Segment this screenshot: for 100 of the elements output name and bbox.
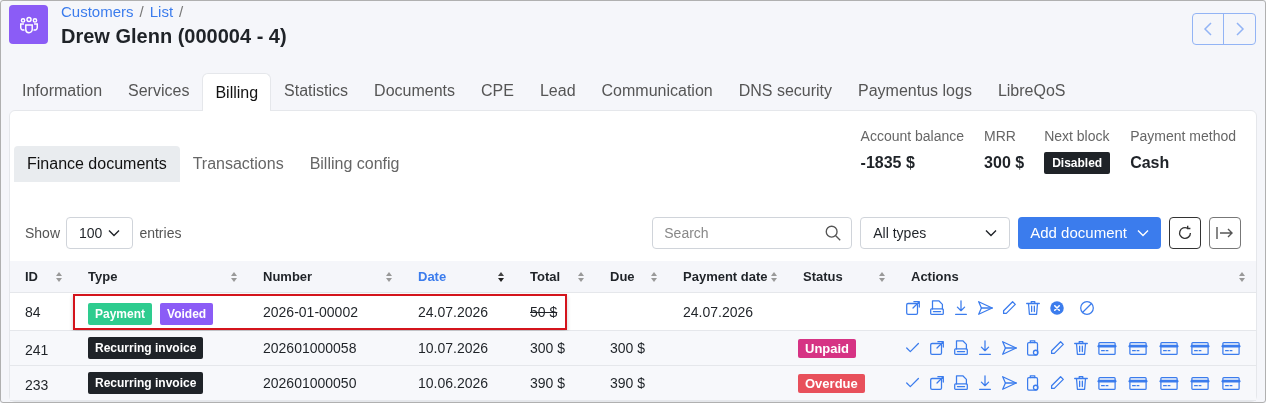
column-header[interactable]: Total — [530, 266, 561, 287]
chevron-right-icon — [1234, 21, 1245, 37]
trash-icon[interactable] — [1072, 374, 1090, 392]
trash-icon[interactable] — [1072, 339, 1090, 357]
credit-card-icon[interactable] — [1158, 374, 1180, 392]
tab[interactable]: Services — [115, 72, 203, 110]
column-header[interactable]: Actions — [911, 266, 959, 287]
tab[interactable]: Paymentus logs — [845, 72, 985, 110]
type-badge: Recurring invoice — [88, 372, 204, 394]
column-header[interactable]: Type — [88, 266, 118, 287]
type-badge: Recurring invoice — [88, 337, 204, 359]
column-header[interactable]: Payment date — [683, 266, 768, 287]
column-header[interactable]: Date — [418, 266, 447, 287]
id-cell: 84 — [25, 304, 41, 320]
status-badge: Unpaid — [798, 339, 857, 358]
total-cell: 390 $ — [530, 375, 566, 391]
pdf-file-icon[interactable] — [928, 299, 946, 317]
pencil-icon[interactable] — [1048, 374, 1066, 392]
tab[interactable]: DNS security — [725, 72, 846, 110]
block-icon[interactable] — [1078, 299, 1096, 317]
total-cell: 300 $ — [530, 340, 566, 356]
trash-icon[interactable] — [1024, 299, 1042, 317]
pencil-icon[interactable] — [1048, 339, 1066, 357]
due-cell: 300 $ — [610, 340, 646, 356]
credit-card-icon[interactable] — [1220, 339, 1242, 357]
tab[interactable]: Information — [9, 72, 116, 110]
clipboard-link-icon[interactable] — [1024, 339, 1042, 357]
date-cell: 24.07.2026 — [418, 304, 489, 320]
tab[interactable]: Communication — [588, 72, 726, 110]
number-cell: 2026-01-00002 — [263, 304, 358, 320]
send-icon[interactable] — [1000, 374, 1018, 392]
show-label: Show — [25, 223, 61, 243]
id-cell: 241 — [25, 342, 49, 358]
id-cell: 233 — [25, 377, 49, 393]
pdf-file-icon[interactable] — [952, 374, 970, 392]
credit-card-icon[interactable] — [1096, 339, 1118, 357]
credit-card-icon[interactable] — [1220, 374, 1242, 392]
number-cell: 202601000050 — [263, 375, 357, 391]
page-size-select[interactable]: 100 — [66, 217, 134, 249]
external-link-icon[interactable] — [928, 339, 946, 357]
summary-label: MRR — [984, 127, 1017, 146]
chevron-down-icon — [108, 229, 121, 237]
tab[interactable]: Statistics — [271, 72, 362, 110]
cancel-circle-icon[interactable] — [1048, 299, 1066, 317]
sub-tab[interactable]: Billing config — [296, 146, 413, 182]
pdf-file-icon[interactable] — [952, 339, 970, 357]
entries-label: entries — [139, 223, 182, 243]
pencil-icon[interactable] — [1000, 299, 1018, 317]
tab[interactable]: LibreQoS — [984, 72, 1079, 110]
column-header[interactable]: Number — [263, 266, 313, 287]
export-button[interactable] — [1209, 217, 1241, 249]
sub-tab[interactable]: Transactions — [179, 146, 297, 182]
payment-date-cell: 24.07.2026 — [683, 304, 754, 320]
page-title: Drew Glenn (000004 - 4) — [61, 24, 287, 49]
date-cell: 10.06.2026 — [418, 375, 489, 391]
column-header[interactable]: Status — [803, 266, 843, 287]
summary-value: 300 $ — [984, 153, 1025, 173]
send-icon[interactable] — [976, 299, 994, 317]
external-link-icon[interactable] — [928, 374, 946, 392]
sort-icon[interactable] — [497, 270, 505, 283]
credit-card-icon[interactable] — [1189, 374, 1211, 392]
download-icon[interactable] — [952, 299, 970, 317]
send-icon[interactable] — [1000, 339, 1018, 357]
date-cell: 10.07.2026 — [418, 340, 489, 356]
add-document-button[interactable]: Add document — [1018, 217, 1161, 249]
column-header[interactable]: ID — [25, 266, 38, 287]
credit-card-icon[interactable] — [1158, 339, 1180, 357]
credit-card-icon[interactable] — [1127, 339, 1149, 357]
tab[interactable]: Documents — [361, 72, 469, 110]
status-badge: Disabled — [1044, 152, 1111, 174]
sub-tab[interactable]: Finance documents — [14, 146, 180, 182]
customers-icon — [9, 5, 48, 44]
chevron-left-icon — [1203, 21, 1213, 37]
tab[interactable]: Billing — [202, 73, 272, 111]
credit-card-icon[interactable] — [1189, 339, 1211, 357]
download-icon[interactable] — [976, 374, 994, 392]
breadcrumb-separator: / — [179, 2, 184, 22]
tab[interactable]: Lead — [526, 72, 589, 110]
total-cell: 50 $ — [530, 304, 558, 320]
chevron-down-icon — [985, 229, 998, 237]
breadcrumb-link[interactable]: Customers — [61, 2, 134, 22]
search-field[interactable]: Search — [652, 217, 853, 249]
refresh-button[interactable] — [1169, 217, 1201, 249]
refresh-icon — [1176, 224, 1194, 242]
breadcrumb-link[interactable]: List — [149, 2, 174, 22]
external-link-icon[interactable] — [904, 299, 922, 317]
breadcrumb-separator: / — [139, 2, 144, 22]
column-header[interactable]: Due — [610, 266, 635, 287]
summary-value: Cash — [1130, 153, 1171, 173]
clipboard-link-icon[interactable] — [1024, 374, 1042, 392]
type-filter-select[interactable]: All types — [860, 217, 1011, 249]
download-icon[interactable] — [976, 339, 994, 357]
credit-card-icon[interactable] — [1096, 374, 1118, 392]
summary-label: Payment method — [1130, 127, 1236, 146]
tab[interactable]: CPE — [468, 72, 527, 110]
summary-value: -1835 $ — [860, 153, 916, 173]
number-cell: 202601000058 — [263, 340, 357, 356]
credit-card-icon[interactable] — [1127, 374, 1149, 392]
arrow-to-right-icon — [1215, 225, 1235, 241]
chevron-down-icon — [1137, 229, 1149, 237]
